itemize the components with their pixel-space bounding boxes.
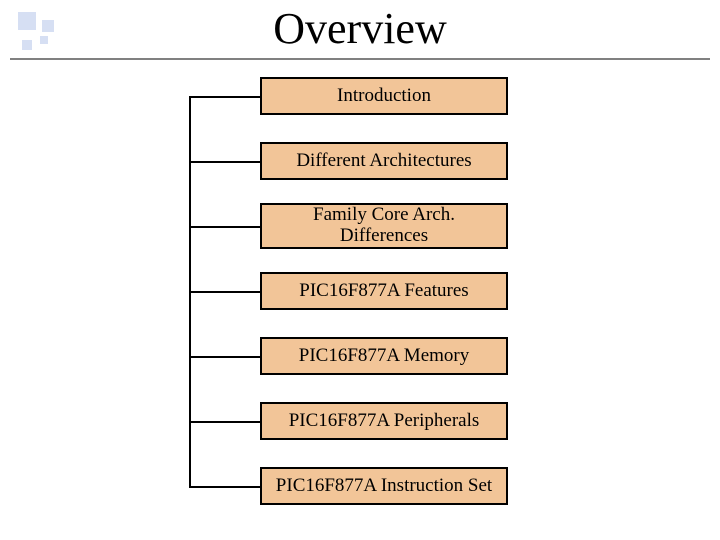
tree-node-memory: PIC16F877A Memory [260, 337, 508, 375]
tree-node-label: Introduction [337, 86, 431, 107]
tree-branch [189, 226, 261, 228]
tree-branch [189, 486, 261, 488]
slide-title: Overview [0, 6, 720, 52]
tree-node-peripherals: PIC16F877A Peripherals [260, 402, 508, 440]
tree-node-features: PIC16F877A Features [260, 272, 508, 310]
tree-node-label: PIC16F877A Instruction Set [276, 476, 492, 497]
slide: Overview Introduction Different Architec… [0, 0, 720, 540]
tree-branch [189, 161, 261, 163]
tree-branch [189, 96, 261, 98]
tree-node-family-core: Family Core Arch. Differences [260, 203, 508, 249]
tree-branch [189, 356, 261, 358]
tree-node-introduction: Introduction [260, 77, 508, 115]
tree-branch [189, 421, 261, 423]
tree-branch [189, 291, 261, 293]
tree-node-label: Family Core Arch. Differences [268, 205, 500, 247]
title-rule [10, 58, 710, 60]
tree-node-label: PIC16F877A Peripherals [289, 411, 480, 432]
overview-tree: Introduction Different Architectures Fam… [0, 68, 720, 528]
tree-node-architectures: Different Architectures [260, 142, 508, 180]
tree-node-label: PIC16F877A Features [299, 281, 468, 302]
tree-node-label: Different Architectures [296, 151, 471, 172]
tree-node-label: PIC16F877A Memory [299, 346, 470, 367]
tree-node-instruction-set: PIC16F877A Instruction Set [260, 467, 508, 505]
